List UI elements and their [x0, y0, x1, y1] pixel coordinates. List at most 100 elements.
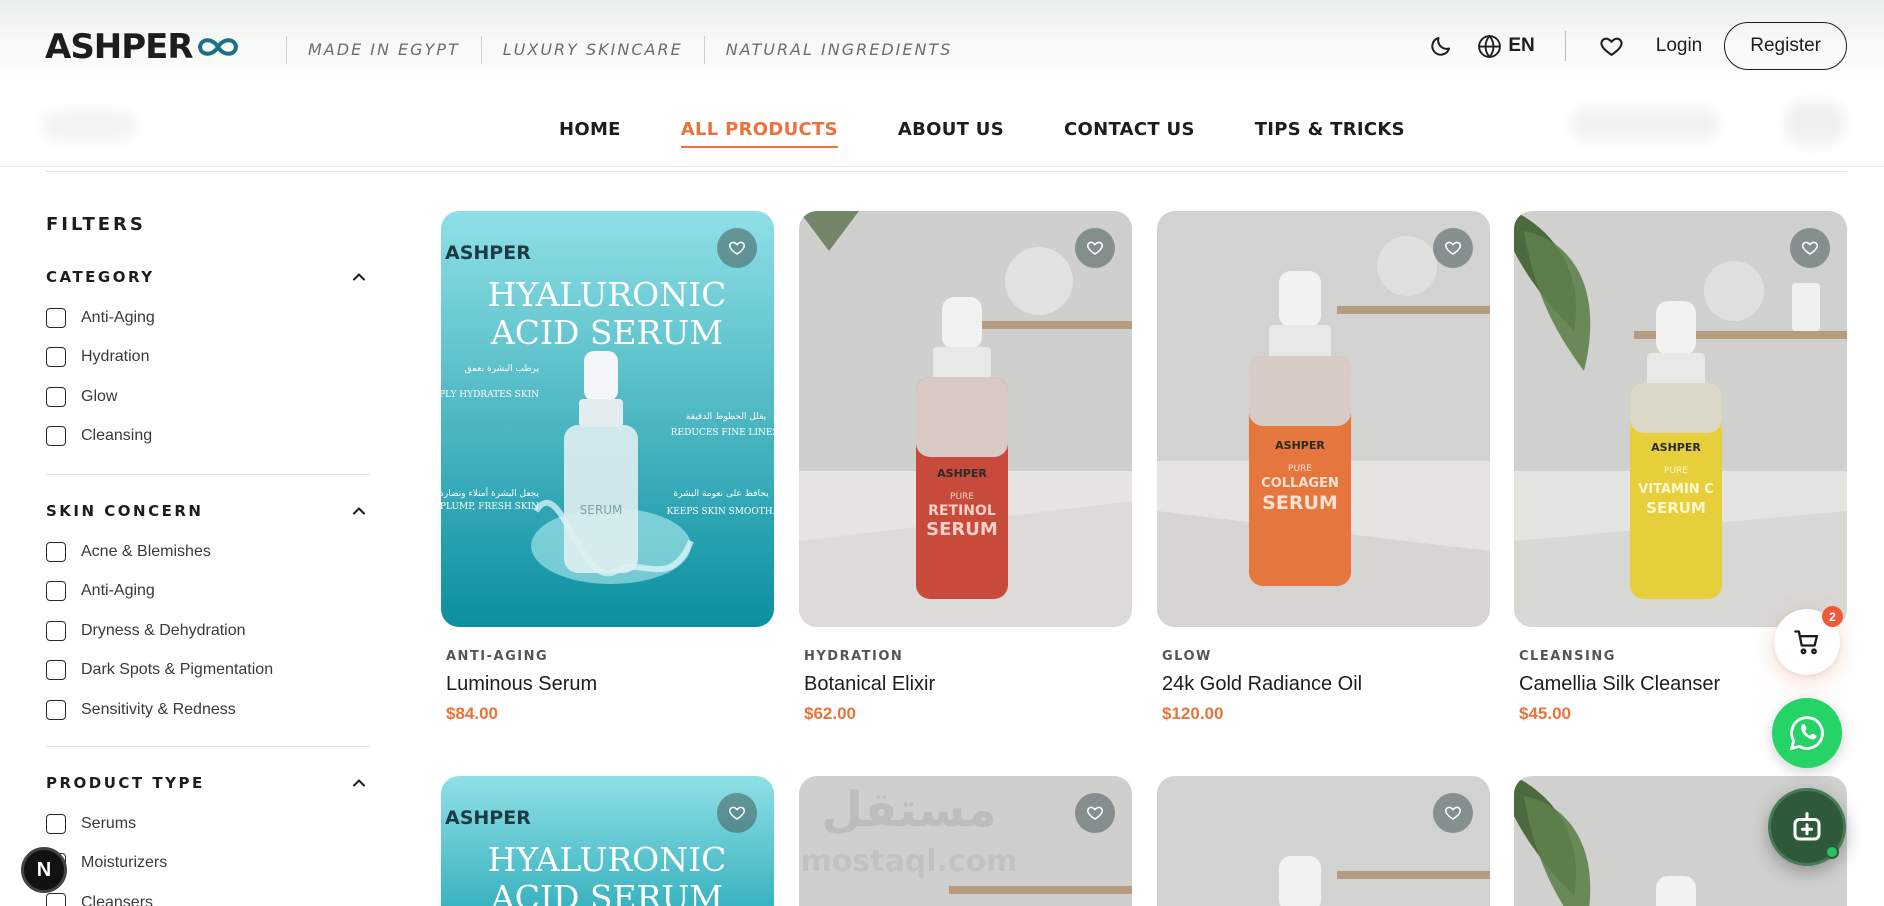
filter-option[interactable]: Anti-Aging [46, 298, 370, 338]
product-image[interactable] [1157, 776, 1490, 906]
bottle-line2: VITAMIN C [1638, 482, 1714, 497]
heart-icon [1600, 37, 1623, 56]
product-card[interactable]: ASHPER PURE RETINOL SERUM HYDRATION Bota… [799, 211, 1132, 724]
bottle-brand: ASHPER [1275, 439, 1325, 452]
filter-option-label: Acne & Blemishes [81, 542, 211, 560]
checkbox[interactable] [46, 541, 66, 562]
add-to-wishlist-button[interactable] [1075, 228, 1115, 268]
filter-option[interactable]: Glow [46, 377, 370, 417]
checkbox[interactable] [46, 660, 66, 681]
filter-option[interactable]: Sensitivity & Redness [46, 690, 370, 730]
moon-icon [1431, 37, 1451, 56]
product-name[interactable]: 24k Gold Radiance Oil [1162, 673, 1490, 696]
filter-group-title: SKIN CONCERN [46, 502, 204, 520]
dark-mode-toggle[interactable] [1421, 26, 1461, 66]
robot-icon [1793, 812, 1821, 841]
checkbox[interactable] [46, 307, 66, 328]
blurred-element [42, 111, 137, 141]
heart-icon [729, 241, 745, 255]
bottle-line3: SERUM [1646, 499, 1706, 517]
filter-option-label: Dark Spots & Pigmentation [81, 661, 274, 679]
product-category: ANTI-AGING [446, 649, 549, 664]
add-to-wishlist-button[interactable] [717, 793, 757, 833]
poster-logo: ASHPER [445, 242, 531, 264]
filter-option-label: Dryness & Dehydration [81, 621, 246, 639]
product-image[interactable]: ASHPER HYALURONIC ACID SERUM [441, 776, 774, 906]
product-image[interactable]: ASHPER PURE COLLAGEN SERUM [1157, 211, 1490, 627]
tagline-made-in-egypt: MADE IN EGYPT [286, 36, 481, 64]
blurred-element [1785, 101, 1845, 145]
checkbox[interactable] [46, 699, 66, 720]
filter-option[interactable]: Moisturizers [46, 844, 370, 884]
filter-option[interactable]: Hydration [46, 338, 370, 378]
filter-option[interactable]: Serums [46, 804, 370, 844]
checkbox[interactable] [46, 386, 66, 407]
bottle-label: SERUM [580, 503, 623, 517]
product-image[interactable]: ASHPER PURE VITAMIN C SERUM [1514, 211, 1847, 627]
wishlist-button[interactable] [1592, 26, 1632, 66]
callout-ar: يقلل الخطوط الدقيقة [686, 412, 767, 422]
filter-group-header[interactable]: CATEGORY [46, 266, 370, 288]
product-name[interactable]: Camellia Silk Cleanser [1519, 673, 1847, 696]
filter-option[interactable]: Cleansing [46, 417, 370, 457]
logo-text: ASHPER [45, 27, 194, 67]
login-link[interactable]: Login [1656, 35, 1703, 57]
filter-option-label: Sensitivity & Redness [81, 700, 236, 718]
filter-option[interactable]: Acne & Blemishes [46, 532, 370, 572]
product-name[interactable]: Luminous Serum [446, 673, 774, 696]
product-card[interactable]: ASHPER HYALURONIC ACID SERUM [441, 776, 774, 906]
language-switcher[interactable]: EN [1477, 34, 1535, 59]
product-card[interactable] [1157, 776, 1490, 906]
filter-option-label: Cleansers [81, 893, 154, 906]
filter-group-title: PRODUCT TYPE [46, 774, 205, 792]
checkbox[interactable] [46, 620, 66, 641]
add-to-wishlist-button[interactable] [1433, 228, 1473, 268]
filter-option[interactable]: Anti-Aging [46, 572, 370, 612]
checkbox[interactable] [46, 581, 66, 602]
add-to-wishlist-button[interactable] [1433, 793, 1473, 833]
chevron-up-icon[interactable] [348, 772, 370, 794]
cart-button[interactable]: 2 [1774, 606, 1843, 675]
product-card[interactable]: ASHPER PURE COLLAGEN SERUM GLOW 24k Gold… [1157, 211, 1490, 724]
nav-contact-us[interactable]: CONTACT US [1064, 119, 1195, 148]
product-category: GLOW [1162, 649, 1212, 664]
checkbox[interactable] [46, 813, 66, 834]
poster-logo: ASHPER [445, 807, 531, 829]
add-to-wishlist-button[interactable] [1790, 228, 1830, 268]
cart-count-badge: 2 [1822, 606, 1843, 627]
bottle-line2: COLLAGEN [1261, 476, 1339, 491]
chevron-up-icon[interactable] [348, 266, 370, 288]
callout-ar: يجعل البشرة أمتلاء ونضارة [441, 487, 539, 499]
product-image[interactable]: ASHPER HYALURONIC ACID SERUM SERUM يرطب … [441, 211, 774, 627]
nav-all-products[interactable]: ALL PRODUCTS [680, 119, 838, 148]
chevron-up-icon[interactable] [348, 500, 370, 522]
checkbox[interactable] [46, 426, 66, 447]
bottle-brand: ASHPER [1651, 441, 1701, 454]
checkbox[interactable] [46, 892, 66, 906]
checkbox[interactable] [46, 347, 66, 368]
filter-group-header[interactable]: SKIN CONCERN [46, 500, 370, 522]
chatbot-button[interactable] [1768, 788, 1846, 866]
filter-option[interactable]: Cleansers [46, 883, 370, 906]
product-card[interactable]: ASHPER HYALURONIC ACID SERUM SERUM يرطب … [441, 211, 774, 724]
bottle-line1: PURE [1664, 466, 1688, 476]
add-to-wishlist-button[interactable] [1075, 793, 1115, 833]
product-image[interactable]: مستقل mostaql.com [799, 776, 1132, 906]
nav-about-us[interactable]: ABOUT US [898, 119, 1004, 148]
product-card[interactable]: مستقل mostaql.com [799, 776, 1132, 906]
callout-ar: يحافظ على نعومة البشرة [673, 489, 769, 499]
nav-home[interactable]: HOME [559, 119, 621, 148]
product-image[interactable]: ASHPER PURE RETINOL SERUM [799, 211, 1132, 627]
filter-group-header[interactable]: PRODUCT TYPE [46, 772, 370, 794]
register-button[interactable]: Register [1724, 22, 1847, 70]
nav-tips-tricks[interactable]: TIPS & TRICKS [1255, 119, 1405, 148]
dev-tools-badge[interactable]: N [21, 847, 67, 893]
brand-logo[interactable]: ASHPER [45, 26, 241, 68]
product-name[interactable]: Botanical Elixir [804, 673, 1132, 696]
add-to-wishlist-button[interactable] [717, 228, 757, 268]
bottle-line3: SERUM [926, 519, 998, 540]
callout-en: DEEPLY HYDRATES SKIN [441, 390, 539, 400]
filter-option[interactable]: Dark Spots & Pigmentation [46, 651, 370, 691]
whatsapp-button[interactable] [1772, 698, 1842, 768]
filter-option[interactable]: Dryness & Dehydration [46, 611, 370, 651]
